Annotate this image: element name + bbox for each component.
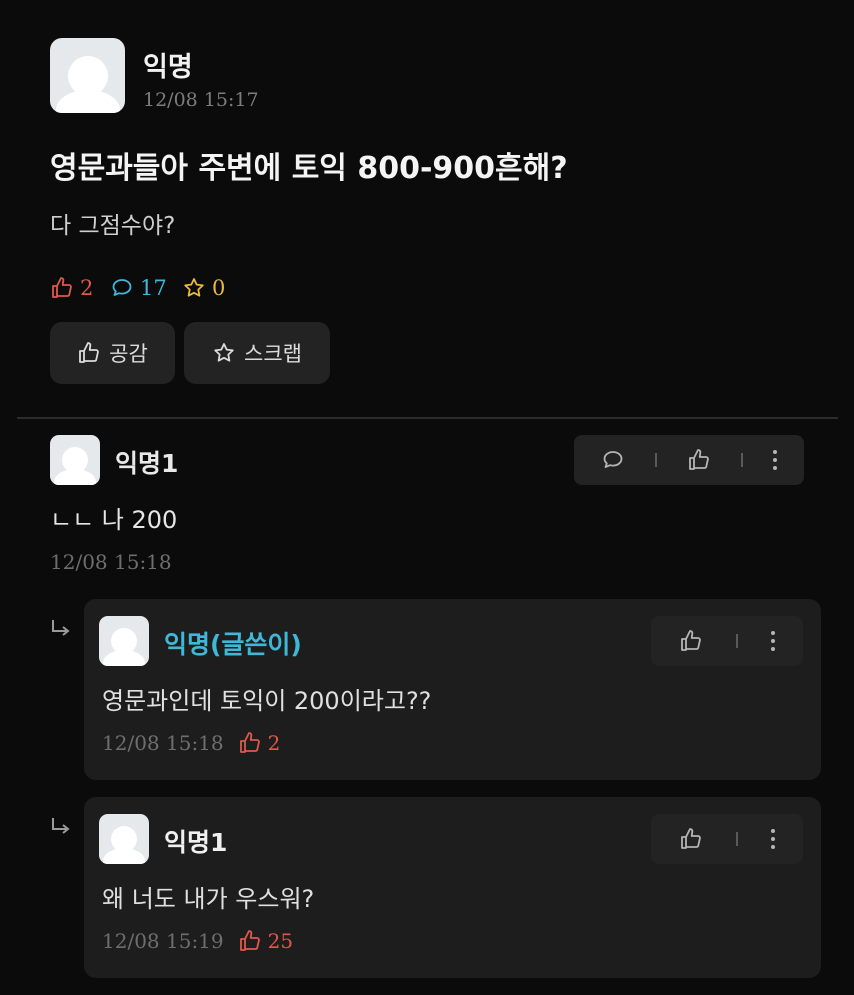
thumbs-up-icon[interactable] [679,827,703,851]
sympathy-button-label: 공감 [109,342,148,366]
reply-text: 왜 너도 내가 우스워? [102,885,315,913]
reply-bubble-icon[interactable] [601,448,625,472]
post-timestamp: 12/08 15:17 [143,89,259,111]
reply-toolbar [651,814,803,864]
thumbs-up-icon [238,731,262,755]
star-icon [182,276,206,300]
reply-like-value: 2 [267,731,281,755]
comment-author-name: 익명1 [115,449,179,478]
reply-like-value: 25 [267,929,294,953]
post-title: 영문과들아 주변에 토익 800-900흔해? [50,151,568,186]
thumbs-up-icon [50,276,74,300]
reply-author-name: 익명1 [164,828,228,857]
comment-text: ㄴㄴ 나 200 [50,506,178,534]
toolbar-separator [735,832,738,846]
toolbar-separator [735,634,738,648]
star-icon [212,341,236,365]
reply-timestamp: 12/08 15:18 [102,731,224,755]
like-count-value: 2 [80,276,94,300]
more-options-icon[interactable] [773,450,777,470]
thumbs-up-icon[interactable] [679,629,703,653]
comment-bubble-icon [110,276,134,300]
reply-meta: 12/08 15:18 2 [102,731,280,755]
reply-like-count: 25 [238,929,293,953]
comment-timestamp: 12/08 15:18 [50,550,172,574]
comment-author-avatar [50,435,100,485]
thumbs-up-icon [77,341,101,365]
post-body: 다 그점수야? [50,213,176,239]
reply-timestamp: 12/08 15:19 [102,929,224,953]
toolbar-separator [655,453,657,467]
reply-arrow-icon [52,620,70,636]
scrap-count-value: 0 [212,276,226,300]
post-scrap-count: 0 [182,276,225,300]
reply-meta: 12/08 15:19 25 [102,929,293,953]
thumbs-up-icon[interactable] [687,448,711,472]
post-comment-count: 17 [110,276,167,300]
reply-toolbar [651,616,803,666]
thumbs-up-icon [238,929,262,953]
reply-text: 영문과인데 토익이 200이라고?? [102,687,432,715]
reply-author-avatar [99,616,149,666]
reply-author-avatar [99,814,149,864]
more-options-icon[interactable] [770,829,775,849]
more-options-icon[interactable] [770,631,775,651]
reply-arrow-icon [52,818,70,834]
post-author-name: 익명 [143,52,193,83]
reply-like-count: 2 [238,731,281,755]
section-divider [17,417,838,419]
reply-card: 익명1 왜 너도 내가 우스워? 12/08 15:19 25 [84,797,821,978]
post-author-avatar [50,38,125,113]
reply-card: 익명(글쓴이) 영문과인데 토익이 200이라고?? 12/08 15:18 2 [84,599,821,780]
toolbar-separator [741,453,743,467]
scrap-button[interactable]: 스크랩 [184,322,330,384]
post-like-count: 2 [50,276,93,300]
comment-toolbar [574,435,804,485]
scrap-button-label: 스크랩 [244,342,302,366]
sympathy-button[interactable]: 공감 [50,322,175,384]
reply-author-name: 익명(글쓴이) [164,630,302,659]
comment-count-value: 17 [140,276,167,300]
